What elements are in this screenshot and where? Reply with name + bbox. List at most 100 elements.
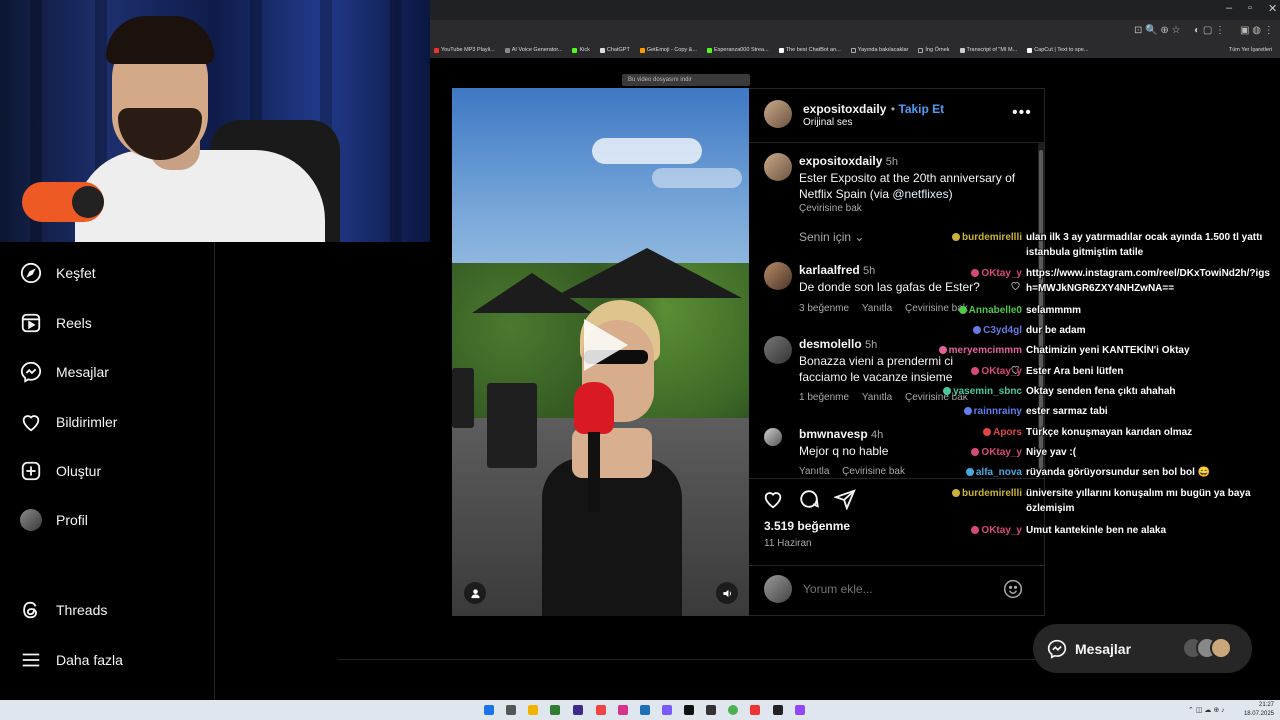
comment-likes[interactable]: 1 beğenme [799, 392, 849, 403]
system-tray-icons[interactable]: ⌃ ◫ ☁ ⊕ ♪ [1188, 706, 1225, 714]
photoshop-icon[interactable] [640, 705, 650, 715]
translate-link[interactable]: Çevirisine bak [842, 466, 905, 477]
like-icon[interactable] [762, 488, 784, 510]
profile-icons[interactable]: ▣ ◍ ⋮ [1240, 25, 1274, 36]
sidebar-item-explore[interactable]: Keşfet [20, 262, 96, 284]
chat-username[interactable]: OKtay_y [971, 525, 1022, 536]
app-icon[interactable] [773, 705, 783, 715]
twitch-icon[interactable] [795, 705, 805, 715]
comment-sort[interactable]: Senin için ⌄ [799, 230, 864, 244]
bookmark[interactable]: Esperanza000 Strea... [706, 47, 769, 53]
post-author[interactable]: expositoxdaily [803, 102, 886, 116]
avatar[interactable] [764, 153, 792, 181]
bookmark[interactable]: ChatGPT [599, 47, 630, 53]
app-icon[interactable] [550, 705, 560, 715]
bookmark[interactable]: AI Voice Generator... [504, 47, 562, 53]
instagram-icon[interactable] [618, 705, 628, 715]
chat-username[interactable]: OKtay_y [971, 366, 1022, 377]
capcut-icon[interactable] [706, 705, 716, 715]
sidebar-item-threads[interactable]: Threads [20, 599, 107, 621]
chat-username[interactable]: rainnrainy [963, 406, 1022, 417]
address-bar-icons[interactable]: ⊡ 🔍 ⊕ ☆ [1134, 25, 1181, 36]
avatar[interactable] [764, 428, 782, 446]
bookmark[interactable]: Transcript of "MI M... [959, 47, 1017, 53]
comment-likes[interactable]: 3 beğenme [799, 303, 849, 314]
minimize-icon[interactable]: – [1226, 2, 1232, 14]
chat-username[interactable]: meryemcimmm [938, 345, 1022, 356]
comment-input[interactable] [803, 580, 983, 598]
app-icon[interactable] [750, 705, 760, 715]
download-video-notice[interactable]: Bu video dosyasını indir [622, 74, 750, 86]
sidebar-item-messages[interactable]: Mesajlar [20, 361, 109, 383]
premiere-icon[interactable] [573, 705, 583, 715]
close-icon[interactable]: ✕ [1268, 2, 1277, 15]
messages-pill[interactable]: Mesajlar [1033, 624, 1252, 673]
avatar[interactable] [764, 336, 792, 364]
start-icon[interactable] [484, 705, 494, 715]
bookmark[interactable]: Yayında bakılacaklar [850, 47, 908, 53]
chat-message: Türkçe konuşmayan karıdan olmaz [1026, 427, 1193, 438]
comment-user[interactable]: desmolello [799, 337, 862, 351]
sidebar-item-profile[interactable]: Profil [20, 509, 88, 531]
chat-username[interactable]: burdemirellli [951, 232, 1022, 243]
translate-link[interactable]: Çevirisine bak [799, 203, 1031, 214]
bookmark[interactable]: YouTube MP3 Playli... [434, 47, 495, 53]
avatar[interactable] [764, 100, 792, 128]
chat-username[interactable]: OKtay_y [971, 447, 1022, 458]
volume-icon[interactable] [716, 582, 738, 604]
avatar[interactable] [764, 262, 792, 290]
comment-text: Mejor q no hable [799, 444, 889, 458]
divider [749, 478, 1044, 479]
chat-username[interactable]: alfa_nova [965, 467, 1022, 478]
chat-username[interactable]: yasemin_sbnc [943, 386, 1022, 397]
chat-message: https://www.instagram.com/reel/DKxTowiNd… [1026, 268, 1270, 294]
bookmark[interactable]: GetEmoji - Copy &... [639, 47, 697, 53]
sort-label: Senin için [799, 230, 852, 244]
emoji-icon[interactable] [1003, 579, 1023, 599]
comment-user[interactable]: karlaalfred [799, 263, 860, 277]
sidebar-item-notifications[interactable]: Bildirimler [20, 411, 117, 433]
caption-user[interactable]: expositoxdaily [799, 154, 882, 168]
tagged-user-icon[interactable] [464, 582, 486, 604]
bookmark[interactable]: Kick [572, 47, 590, 53]
play-icon[interactable] [570, 313, 634, 377]
sidebar-item-reels[interactable]: Reels [20, 312, 92, 334]
chat-username[interactable]: Annabelle0 [958, 305, 1022, 316]
bookmark[interactable]: The best ChatBot an... [778, 47, 841, 53]
more-options-icon[interactable]: ••• [1012, 104, 1032, 122]
bookmark[interactable]: İng Örnek [918, 47, 950, 53]
sidebar-item-more[interactable]: Daha fazla [20, 649, 123, 671]
reply-button[interactable]: Yanıtla [862, 303, 892, 314]
app-icon[interactable] [596, 705, 606, 715]
taskview-icon[interactable] [506, 705, 516, 715]
chat-username[interactable]: C3yd4gl [973, 325, 1022, 336]
explorer-icon[interactable] [528, 705, 538, 715]
like-comment-icon[interactable] [1010, 280, 1021, 291]
follow-button[interactable]: Takip Et [898, 102, 944, 116]
clock: 21:27 18.07.2025 [1244, 701, 1274, 719]
chat-username[interactable]: burdemirellli [951, 488, 1022, 499]
all-bookmarks[interactable]: Tüm Yer İşaretleri [1229, 42, 1272, 58]
bookmark[interactable]: CapCut | Text to spe... [1027, 47, 1088, 53]
reel-video[interactable] [452, 88, 749, 616]
app-icon[interactable] [662, 705, 672, 715]
chrome-icon[interactable] [728, 705, 738, 715]
likes-count[interactable]: 3.519 beğenme [764, 519, 850, 533]
sidebar-item-create[interactable]: Oluştur [20, 460, 101, 482]
share-icon[interactable] [834, 488, 856, 510]
chat-message: Niye yav :( [1026, 447, 1077, 458]
reply-button[interactable]: Yanıtla [799, 466, 829, 477]
tiktok-icon[interactable] [684, 705, 694, 715]
chat-username-text: Annabelle0 [968, 305, 1022, 316]
caption-text-end: ) [948, 187, 953, 201]
reply-button[interactable]: Yanıtla [862, 392, 892, 403]
comment-icon[interactable] [798, 488, 820, 510]
extensions-icons[interactable]: ◐ ▢ ⋮ [1194, 25, 1225, 36]
caption-mention[interactable]: @netflixes [892, 187, 948, 201]
chat-username[interactable]: Apors [983, 427, 1022, 438]
chat-username-text: OKtay_y [981, 268, 1022, 279]
comment-user[interactable]: bmwnavesp [799, 427, 868, 441]
maximize-icon[interactable]: ▫ [1248, 2, 1252, 14]
chat-username[interactable]: OKtay_y [971, 268, 1022, 279]
audio-label[interactable]: Orijinal ses [803, 117, 852, 128]
